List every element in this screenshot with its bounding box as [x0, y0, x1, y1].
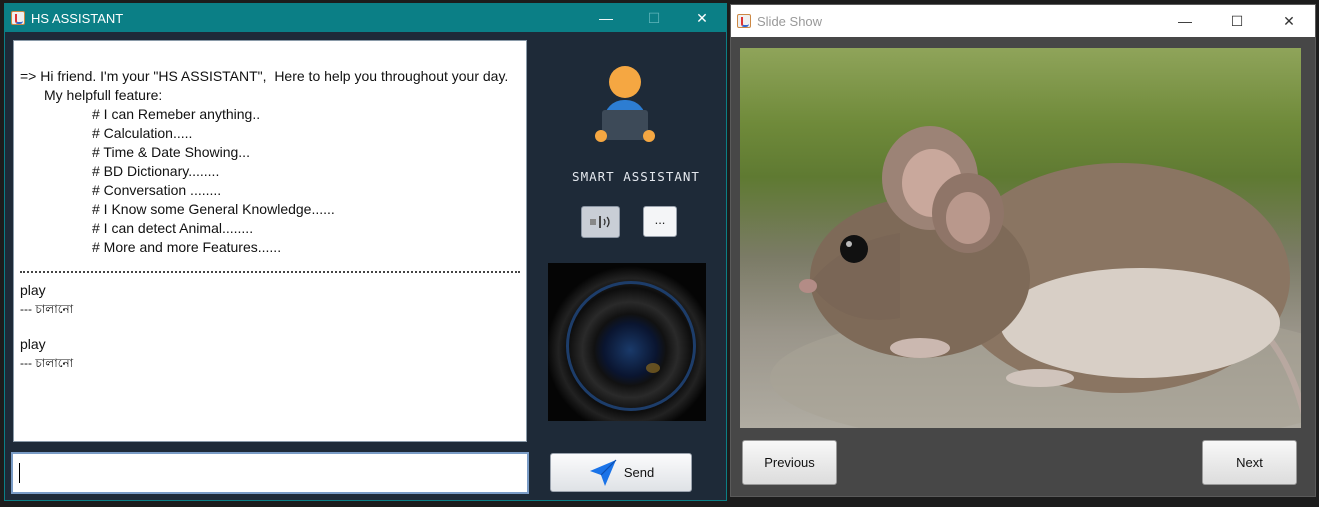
message-input[interactable]	[11, 452, 529, 494]
close-button[interactable]: ✕	[1263, 5, 1315, 37]
minimize-button[interactable]: —	[582, 4, 630, 32]
next-button[interactable]: Next	[1202, 440, 1297, 485]
maximize-button[interactable]: ☐	[630, 4, 678, 32]
java-app-icon	[11, 11, 25, 25]
send-button[interactable]: Send	[550, 453, 692, 492]
text-caret	[19, 463, 20, 483]
voice-input-icon	[589, 216, 610, 228]
feature-heading: My helpfull feature:	[44, 87, 163, 103]
slideshow-window-title: Slide Show	[757, 13, 823, 29]
maximize-button[interactable]: ☐	[1211, 5, 1263, 37]
slide-image-mouse	[740, 48, 1301, 428]
hs-assistant-window: HS ASSISTANT — ☐ ✕ => Hi friend. I'm you…	[4, 3, 727, 501]
chat-user-message: play	[20, 336, 46, 352]
hs-window-title: HS ASSISTANT	[31, 10, 124, 26]
send-button-label: Send	[623, 465, 655, 480]
more-options-button[interactable]: ...	[643, 206, 677, 237]
chat-greeting: => Hi friend. I'm your "HS ASSISTANT", H…	[20, 68, 509, 84]
slideshow-titlebar[interactable]: Slide Show — ☐ ✕	[731, 5, 1315, 37]
feature-item: # Calculation.....	[92, 125, 193, 141]
assistant-label: SMART ASSISTANT	[572, 169, 700, 184]
feature-item: # Conversation ........	[92, 182, 222, 198]
slideshow-window: Slide Show — ☐ ✕ Previous Next	[730, 4, 1316, 497]
feature-item: # BD Dictionary........	[92, 163, 220, 179]
chat-translation: --- চালানো	[20, 356, 74, 370]
chat-separator	[20, 271, 520, 275]
feature-item: # I can Remeber anything..	[92, 106, 261, 122]
previous-button[interactable]: Previous	[742, 440, 837, 485]
chat-translation: --- চালানো	[20, 302, 74, 316]
chat-transcript[interactable]: => Hi friend. I'm your "HS ASSISTANT", H…	[13, 40, 527, 442]
close-button[interactable]: ✕	[678, 4, 726, 32]
java-app-icon	[737, 14, 751, 28]
minimize-button[interactable]: —	[1159, 5, 1211, 37]
voice-input-button[interactable]	[581, 206, 620, 238]
mouse-illustration	[770, 126, 1301, 428]
feature-item: # I Know some General Knowledge......	[92, 201, 335, 217]
feature-item: # Time & Date Showing...	[92, 144, 250, 160]
hs-titlebar[interactable]: HS ASSISTANT — ☐ ✕	[5, 4, 726, 32]
camera-lens-image	[548, 263, 706, 421]
feature-item: # I can detect Animal........	[92, 220, 254, 236]
feature-item: # More and more Features......	[92, 239, 282, 255]
chat-user-message: play	[20, 282, 46, 298]
person-at-laptop-icon	[595, 66, 655, 146]
paper-plane-icon	[589, 459, 617, 486]
